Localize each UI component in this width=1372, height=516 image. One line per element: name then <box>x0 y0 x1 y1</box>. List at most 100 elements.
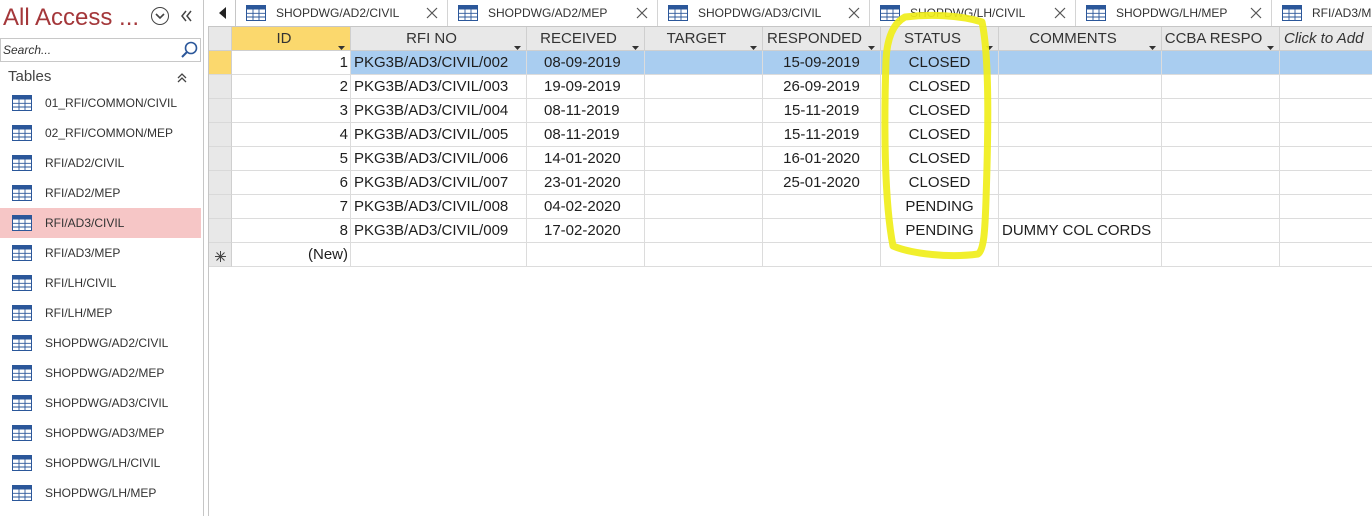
cell-ccba[interactable] <box>1162 123 1280 147</box>
column-header[interactable]: CCBA RESPO <box>1162 27 1280 51</box>
cell-rfi-no[interactable]: PKG3B/AD3/CIVIL/008 <box>351 195 527 219</box>
column-header[interactable]: COMMENTS <box>999 27 1162 51</box>
cell-received[interactable]: 04-02-2020 <box>527 195 645 219</box>
cell-empty[interactable] <box>351 243 527 267</box>
cell-target[interactable] <box>645 171 763 195</box>
close-icon[interactable] <box>426 6 438 19</box>
cell-rfi-no[interactable]: PKG3B/AD3/CIVIL/007 <box>351 171 527 195</box>
cell-received[interactable]: 08-11-2019 <box>527 99 645 123</box>
new-record-label[interactable]: (New) <box>232 243 351 267</box>
cell-responded[interactable]: 25-01-2020 <box>763 171 881 195</box>
tab-document[interactable]: SHOPDWG/AD2/MEP <box>448 0 658 26</box>
record-selector[interactable] <box>209 99 232 123</box>
nav-menu-icon[interactable] <box>151 7 169 25</box>
cell-id[interactable]: 6 <box>232 171 351 195</box>
cell-comments[interactable] <box>999 123 1162 147</box>
cell-responded[interactable]: 15-11-2019 <box>763 123 881 147</box>
cell-empty[interactable] <box>1280 75 1372 99</box>
column-header[interactable]: RFI NO <box>351 27 527 51</box>
nav-item-table[interactable]: SHOPDWG/LH/MEP <box>0 478 201 508</box>
cell-id[interactable]: 8 <box>232 219 351 243</box>
record-selector[interactable] <box>209 195 232 219</box>
cell-ccba[interactable] <box>1162 195 1280 219</box>
cell-rfi-no[interactable]: PKG3B/AD3/CIVIL/006 <box>351 147 527 171</box>
cell-id[interactable]: 7 <box>232 195 351 219</box>
cell-status[interactable]: CLOSED <box>881 147 999 171</box>
cell-empty[interactable] <box>1280 171 1372 195</box>
nav-item-table[interactable]: RFI/AD3/MEP <box>0 238 201 268</box>
new-record-selector[interactable] <box>209 243 232 267</box>
cell-target[interactable] <box>645 75 763 99</box>
cell-ccba[interactable] <box>1162 219 1280 243</box>
search-input[interactable] <box>1 39 177 61</box>
cell-received[interactable]: 08-11-2019 <box>527 123 645 147</box>
nav-group-tables[interactable]: Tables <box>0 64 204 90</box>
cell-target[interactable] <box>645 195 763 219</box>
cell-rfi-no[interactable]: PKG3B/AD3/CIVIL/002 <box>351 51 527 75</box>
record-selector[interactable] <box>209 219 232 243</box>
double-chevron-up-icon[interactable] <box>176 71 188 89</box>
nav-item-table[interactable]: 01_RFI/COMMON/CIVIL <box>0 88 201 118</box>
column-header[interactable]: RESPONDED <box>763 27 881 51</box>
cell-empty[interactable] <box>1162 243 1280 267</box>
cell-id[interactable]: 3 <box>232 99 351 123</box>
cell-empty[interactable] <box>1280 195 1372 219</box>
cell-id[interactable]: 2 <box>232 75 351 99</box>
cell-status[interactable]: CLOSED <box>881 171 999 195</box>
tab-document[interactable]: SHOPDWG/AD2/CIVIL <box>236 0 448 26</box>
nav-item-table[interactable]: 02_RFI/COMMON/MEP <box>0 118 201 148</box>
cell-status[interactable]: PENDING <box>881 219 999 243</box>
cell-ccba[interactable] <box>1162 51 1280 75</box>
cell-target[interactable] <box>645 99 763 123</box>
cell-comments[interactable] <box>999 171 1162 195</box>
nav-item-table[interactable]: RFI/LH/CIVIL <box>0 268 201 298</box>
cell-rfi-no[interactable]: PKG3B/AD3/CIVIL/005 <box>351 123 527 147</box>
cell-comments[interactable] <box>999 195 1162 219</box>
cell-empty[interactable] <box>527 243 645 267</box>
column-header[interactable]: RECEIVED <box>527 27 645 51</box>
cell-rfi-no[interactable]: PKG3B/AD3/CIVIL/003 <box>351 75 527 99</box>
cell-responded[interactable] <box>763 219 881 243</box>
cell-rfi-no[interactable]: PKG3B/AD3/CIVIL/009 <box>351 219 527 243</box>
cell-empty[interactable] <box>1280 219 1372 243</box>
cell-comments[interactable] <box>999 147 1162 171</box>
nav-item-table[interactable]: SHOPDWG/LH/CIVIL <box>0 448 201 478</box>
cell-received[interactable]: 23-01-2020 <box>527 171 645 195</box>
cell-empty[interactable] <box>1280 51 1372 75</box>
nav-item-table[interactable]: SHOPDWG/AD2/CIVIL <box>0 328 201 358</box>
cell-comments[interactable]: DUMMY COL CORDS <box>999 219 1162 243</box>
click-to-add-column[interactable]: Click to Add <box>1280 27 1372 51</box>
cell-empty[interactable] <box>1280 147 1372 171</box>
cell-id[interactable]: 1 <box>232 51 351 75</box>
cell-target[interactable] <box>645 123 763 147</box>
cell-responded[interactable]: 16-01-2020 <box>763 147 881 171</box>
double-chevron-left-icon[interactable] <box>178 8 194 24</box>
close-icon[interactable] <box>1250 6 1262 19</box>
cell-target[interactable] <box>645 51 763 75</box>
tab-document[interactable]: SHOPDWG/AD3/CIVIL <box>658 0 870 26</box>
tab-document[interactable]: SHOPDWG/LH/CIVIL <box>870 0 1076 26</box>
cell-status[interactable]: CLOSED <box>881 51 999 75</box>
nav-item-table[interactable]: SHOPDWG/AD3/CIVIL <box>0 388 201 418</box>
cell-status[interactable]: CLOSED <box>881 75 999 99</box>
column-header[interactable]: STATUS <box>881 27 999 51</box>
cell-id[interactable]: 4 <box>232 123 351 147</box>
cell-received[interactable]: 19-09-2019 <box>527 75 645 99</box>
cell-empty[interactable] <box>1280 99 1372 123</box>
close-icon[interactable] <box>636 6 648 19</box>
cell-empty[interactable] <box>763 243 881 267</box>
cell-ccba[interactable] <box>1162 171 1280 195</box>
nav-title[interactable]: All Access ... <box>3 4 151 32</box>
search-icon[interactable] <box>179 40 200 60</box>
cell-status[interactable]: CLOSED <box>881 123 999 147</box>
cell-empty[interactable] <box>1280 123 1372 147</box>
record-selector[interactable] <box>209 147 232 171</box>
cell-ccba[interactable] <box>1162 147 1280 171</box>
cell-status[interactable]: PENDING <box>881 195 999 219</box>
column-header[interactable]: ID <box>232 27 351 51</box>
record-selector[interactable] <box>209 171 232 195</box>
cell-received[interactable]: 08-09-2019 <box>527 51 645 75</box>
nav-item-table[interactable]: RFI/AD2/MEP <box>0 178 201 208</box>
cell-responded[interactable]: 26-09-2019 <box>763 75 881 99</box>
close-icon[interactable] <box>848 6 860 19</box>
